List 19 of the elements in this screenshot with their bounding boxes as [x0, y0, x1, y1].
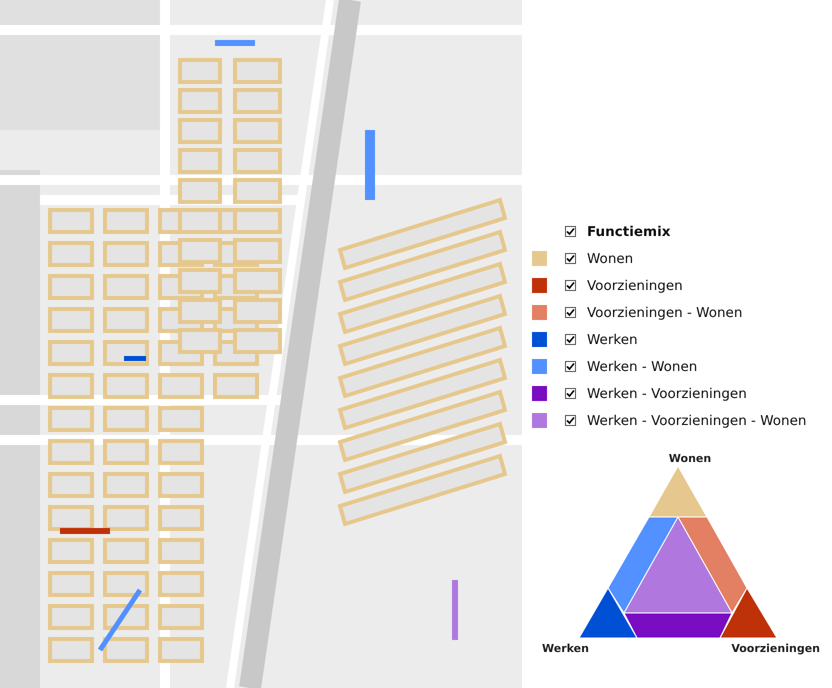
legend-label: Werken - Voorzieningen - Wonen [587, 412, 806, 428]
legend-label: Werken [587, 332, 638, 348]
checkbox[interactable] [565, 307, 576, 318]
legend-label: Werken - Voorzieningen [587, 386, 747, 402]
legend-title: Functiemix [587, 224, 670, 240]
checkbox[interactable] [565, 226, 576, 237]
checkbox[interactable] [565, 415, 576, 426]
triangle-label: Wonen [668, 452, 712, 465]
legend-label: Voorzieningen - Wonen [587, 304, 742, 320]
checkbox[interactable] [565, 388, 576, 399]
legend-label: Voorzieningen [587, 278, 683, 294]
legend-label: Werken - Wonen [587, 358, 698, 374]
checkbox[interactable] [565, 334, 576, 345]
checkbox[interactable] [565, 280, 576, 291]
checkbox[interactable] [565, 253, 576, 264]
legend-label: Wonen [587, 250, 634, 266]
triangle-label: Werken [542, 642, 589, 655]
triangle-label: Voorzieningen [731, 642, 820, 655]
checkbox[interactable] [565, 361, 576, 372]
